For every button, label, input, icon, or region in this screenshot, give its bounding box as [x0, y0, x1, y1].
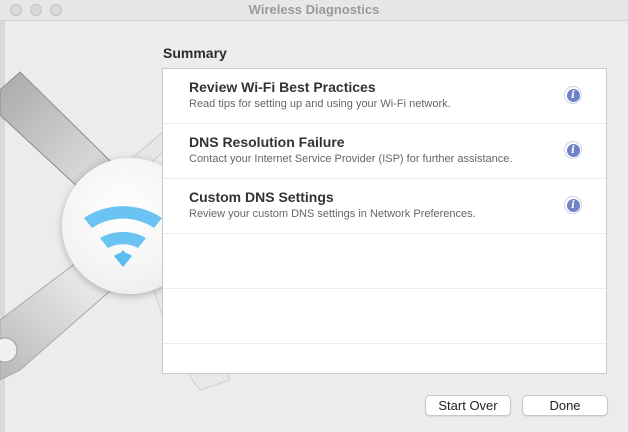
item-title: Custom DNS Settings — [189, 189, 334, 205]
item-description: Review your custom DNS settings in Netwo… — [189, 208, 476, 220]
list-item-wifi-best-practices[interactable]: Review Wi-Fi Best Practices Read tips fo… — [163, 69, 606, 124]
done-button[interactable]: Done — [522, 395, 608, 416]
item-description: Read tips for setting up and using your … — [189, 98, 451, 110]
item-title: Review Wi-Fi Best Practices — [189, 79, 376, 95]
title-bar: Wireless Diagnostics — [0, 0, 628, 21]
row-divider — [163, 288, 606, 289]
item-title: DNS Resolution Failure — [189, 134, 345, 150]
wireless-diagnostics-window: Wireless Diagnostics Summary Review Wi-F… — [0, 0, 628, 432]
info-button[interactable]: i — [564, 196, 582, 214]
summary-heading: Summary — [163, 45, 227, 61]
info-icon: i — [566, 143, 580, 157]
row-divider — [163, 343, 606, 344]
start-over-button[interactable]: Start Over — [425, 395, 511, 416]
summary-list: Review Wi-Fi Best Practices Read tips fo… — [162, 68, 607, 374]
info-button[interactable]: i — [564, 86, 582, 104]
window-title: Wireless Diagnostics — [248, 2, 380, 17]
info-button[interactable]: i — [564, 141, 582, 159]
list-item-custom-dns-settings[interactable]: Custom DNS Settings Review your custom D… — [163, 179, 606, 234]
item-description: Contact your Internet Service Provider (… — [189, 153, 513, 165]
info-icon: i — [566, 88, 580, 102]
list-item-dns-resolution-failure[interactable]: DNS Resolution Failure Contact your Inte… — [163, 124, 606, 179]
info-icon: i — [566, 198, 580, 212]
